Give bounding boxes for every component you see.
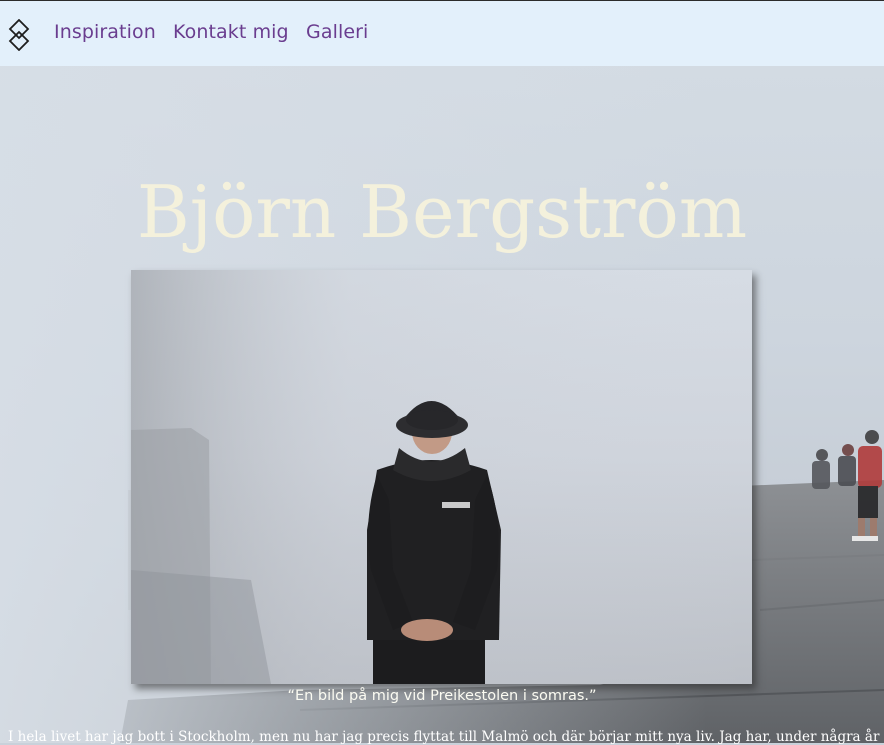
person-at-preikestolen-image: [131, 270, 752, 684]
photo-caption: “En bild på mig vid Preikestolen i somra…: [287, 688, 597, 704]
page-title: Björn Bergström: [136, 170, 748, 254]
nav-link-galleri[interactable]: Galleri: [306, 21, 368, 43]
diamond-logo-icon[interactable]: [8, 19, 30, 51]
nav-link-inspiration[interactable]: Inspiration: [54, 21, 156, 43]
top-navigation-bar: Inspiration Kontakt mig Galleri: [0, 0, 884, 66]
profile-photo: [131, 270, 752, 684]
nav-link-kontakt-mig[interactable]: Kontakt mig: [173, 21, 289, 43]
